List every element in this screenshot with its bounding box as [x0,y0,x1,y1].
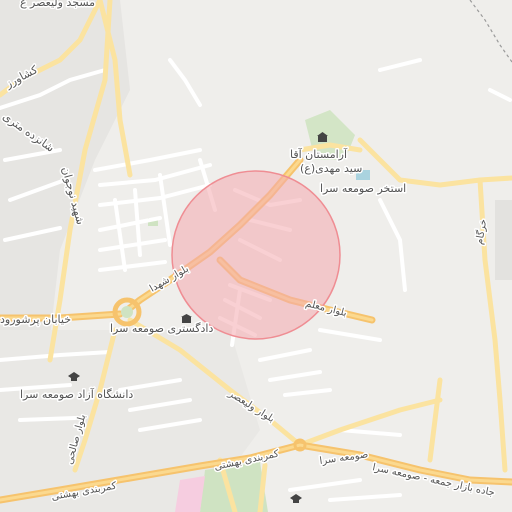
label-seyed-mahdi[interactable]: سید مهدی(ع) [299,161,364,177]
label-parshurud: خیابان پرشورود [0,313,71,326]
label-pool[interactable]: استخر صومعه سرا [319,181,408,197]
label-courthouse[interactable]: دادگستری صومعه سرا [109,321,215,337]
highlight-circle[interactable] [171,170,341,340]
map-canvas[interactable]: مسجد ولیعصر ع کشاورز شانزده متری شهید نو… [0,0,512,512]
label-cemetery[interactable]: آرامستان آقا [289,146,350,163]
label-university[interactable]: دانشگاه آزاد صومعه سرا [19,386,135,403]
roundabout-west-center [121,306,133,318]
label-mosque: مسجد ولیعصر ع [20,0,95,9]
building-block-east [495,200,512,280]
